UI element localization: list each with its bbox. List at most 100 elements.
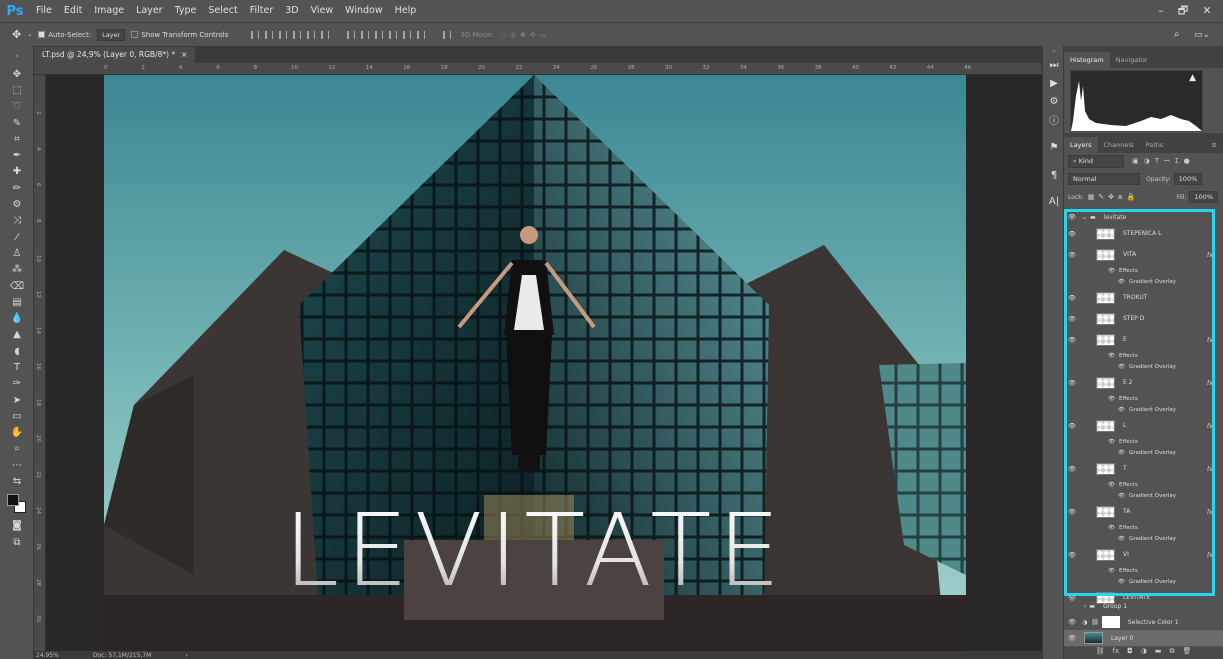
- tab-histogram[interactable]: Histogram: [1064, 52, 1110, 68]
- zoom-level[interactable]: 24.95%: [36, 652, 59, 659]
- sharpen-tool-icon[interactable]: ▲: [0, 327, 34, 343]
- visibility-eye-icon[interactable]: 👁: [1064, 379, 1080, 387]
- restore-button[interactable]: 🗗: [1172, 0, 1194, 22]
- lasso-tool-icon[interactable]: ➰: [0, 99, 34, 115]
- distribute-icons[interactable]: [344, 30, 428, 39]
- pen-tool-icon[interactable]: ✑: [0, 376, 34, 392]
- effects-row[interactable]: 👁 Effects: [1064, 393, 1223, 404]
- marquee-tool-icon[interactable]: ⬚: [0, 82, 34, 98]
- type-tool-icon[interactable]: T: [0, 359, 34, 375]
- visibility-eye-icon[interactable]: 👁: [1118, 493, 1125, 499]
- layer-row[interactable]: 👁 Lfx: [1064, 415, 1223, 436]
- visibility-eye-icon[interactable]: 👁: [1064, 634, 1080, 642]
- visibility-eye-icon[interactable]: 👁: [1064, 618, 1080, 626]
- opacity-field[interactable]: 100%: [1173, 173, 1203, 185]
- layer-row[interactable]: 👁 STEPENICA L: [1064, 223, 1223, 244]
- visibility-eye-icon[interactable]: 👁: [1118, 279, 1125, 285]
- menu-3d[interactable]: 3D: [279, 0, 304, 22]
- auto-select-checkbox[interactable]: Auto-Select:: [38, 31, 91, 39]
- visibility-eye-icon[interactable]: 👁: [1064, 465, 1080, 473]
- menu-help[interactable]: Help: [389, 0, 423, 22]
- align-icons[interactable]: [248, 30, 332, 39]
- paragraph-icon[interactable]: ¶: [1043, 166, 1065, 184]
- add-mask-icon[interactable]: ◘: [1127, 647, 1133, 659]
- document-tab[interactable]: LT.psd @ 24,9% (Layer 0, RGB/8*) * ×: [34, 47, 196, 63]
- eyedropper-tool-icon[interactable]: ✒: [0, 147, 34, 163]
- minimize-button[interactable]: –: [1150, 0, 1172, 22]
- effects-row[interactable]: 👁 Effects: [1064, 436, 1223, 447]
- visibility-eye-icon[interactable]: 👁: [1064, 294, 1080, 302]
- layer-row[interactable]: 👁 Tfx: [1064, 458, 1223, 479]
- stamp-tool-icon[interactable]: ♙: [0, 245, 34, 261]
- workspace-icon[interactable]: ▭⌄: [1194, 30, 1210, 40]
- clone-stamp-tool-icon[interactable]: ⚙: [0, 196, 34, 212]
- fx-badge[interactable]: fx: [1207, 379, 1213, 387]
- fx-badge[interactable]: fx: [1207, 336, 1213, 344]
- layer-row[interactable]: 👁 VITA fx: [1064, 244, 1223, 265]
- gradient-tool-icon[interactable]: ▤: [0, 294, 34, 310]
- screen-mode-icon[interactable]: ⧉: [0, 534, 34, 550]
- layer-row[interactable]: 👁 TA fx: [1064, 501, 1223, 522]
- menu-view[interactable]: View: [305, 0, 340, 22]
- blend-mode-dropdown[interactable]: Normal: [1068, 173, 1140, 185]
- visibility-eye-icon[interactable]: 👁: [1064, 336, 1080, 344]
- visibility-eye-icon[interactable]: 👁: [1108, 353, 1115, 359]
- auto-select-dropdown[interactable]: Layer: [97, 28, 126, 41]
- visibility-eye-icon[interactable]: 👁: [1118, 407, 1125, 413]
- panel-menu-icon[interactable]: ≡: [1212, 137, 1223, 153]
- effects-row[interactable]: 👁 Effects: [1064, 265, 1223, 276]
- tab-layers[interactable]: Layers: [1064, 137, 1098, 153]
- history-brush-tool-icon[interactable]: ⤨: [0, 213, 34, 229]
- visibility-eye-icon[interactable]: 👁: [1108, 396, 1115, 402]
- character-icon[interactable]: A|: [1043, 192, 1065, 210]
- visibility-eye-icon[interactable]: 👁: [1064, 251, 1080, 259]
- visibility-eye-icon[interactable]: 👁: [1108, 268, 1115, 274]
- move-tool-icon[interactable]: ✥: [0, 66, 34, 82]
- crop-tool-icon[interactable]: ⌗: [0, 131, 34, 147]
- layer-0-row[interactable]: 👁 Layer 0: [1064, 630, 1223, 646]
- shape-tool-icon[interactable]: ▭: [0, 408, 34, 424]
- kind-filter-dropdown[interactable]: ⌕ Kind: [1068, 154, 1124, 168]
- menu-image[interactable]: Image: [88, 0, 130, 22]
- close-tab-icon[interactable]: ×: [181, 47, 187, 63]
- eraser-tool-icon[interactable]: ⁄: [0, 229, 34, 245]
- link-layers-icon[interactable]: ⛓: [1096, 647, 1105, 659]
- gradient-overlay-row[interactable]: 👁 Gradient Overlay: [1064, 490, 1223, 501]
- layer-row[interactable]: 👁 STEP D: [1064, 308, 1223, 329]
- history-icon[interactable]: ⏭: [1043, 56, 1065, 74]
- tab-paths[interactable]: Paths: [1140, 137, 1170, 153]
- filter-icons[interactable]: ▣◑TꟷꞮ●: [1132, 157, 1195, 166]
- fill-field[interactable]: 100%: [1189, 191, 1218, 203]
- collapse-toolbar-icon[interactable]: »: [0, 46, 34, 66]
- menu-select[interactable]: Select: [202, 0, 243, 22]
- fx-badge[interactable]: fx: [1207, 551, 1213, 559]
- show-transform-checkbox[interactable]: Show Transform Controls: [131, 31, 228, 39]
- menu-file[interactable]: File: [30, 0, 58, 22]
- gradient-overlay-row[interactable]: 👁 Gradient Overlay: [1064, 404, 1223, 415]
- visibility-eye-icon[interactable]: 👁: [1118, 450, 1125, 456]
- eraser2-tool-icon[interactable]: ⌫: [0, 278, 34, 294]
- warning-icon[interactable]: ▲: [1189, 73, 1196, 83]
- auto-align-icon[interactable]: [440, 30, 454, 39]
- canvas-area[interactable]: LEVITATE: [46, 75, 1042, 651]
- gradient-overlay-row[interactable]: 👁 Gradient Overlay: [1064, 361, 1223, 372]
- layer-row[interactable]: 👁 Efx: [1064, 329, 1223, 350]
- visibility-eye-icon[interactable]: 👁: [1064, 551, 1080, 559]
- visibility-eye-icon[interactable]: 👁: [1118, 536, 1125, 542]
- visibility-eye-icon[interactable]: 👁: [1064, 230, 1080, 238]
- effects-row[interactable]: 👁 Effects: [1064, 565, 1223, 576]
- layer-row[interactable]: 👁 VI fx: [1064, 544, 1223, 565]
- tool-preset-chevron-icon[interactable]: ⌄: [27, 31, 32, 38]
- menu-edit[interactable]: Edit: [58, 0, 88, 22]
- visibility-eye-icon[interactable]: 👁: [1108, 439, 1115, 445]
- visibility-eye-icon[interactable]: 👁: [1108, 525, 1115, 531]
- lock-icons[interactable]: ▦✎✥⧈🔒: [1088, 193, 1140, 202]
- quick-mask-icon[interactable]: ◙: [0, 518, 34, 534]
- quick-select-tool-icon[interactable]: ✎: [0, 115, 34, 131]
- add-style-icon[interactable]: fx: [1113, 647, 1120, 659]
- gradient-overlay-row[interactable]: 👁 Gradient Overlay: [1064, 276, 1223, 287]
- visibility-eye-icon[interactable]: 👁: [1064, 213, 1080, 221]
- group-chevron-icon[interactable]: ›: [1084, 603, 1086, 610]
- new-group-icon[interactable]: ▬: [1155, 647, 1162, 659]
- group-1-row[interactable]: › ▬ Group 1: [1064, 598, 1223, 614]
